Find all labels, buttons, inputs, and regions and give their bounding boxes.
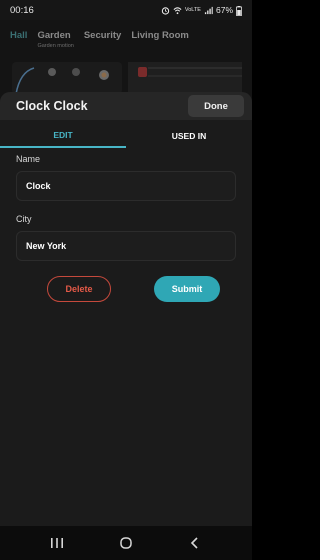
alarm-icon <box>161 6 170 15</box>
wifi-icon <box>173 6 182 15</box>
signal-icon <box>204 6 213 15</box>
name-field[interactable]: Clock <box>16 171 236 201</box>
bg-card-left <box>12 62 122 95</box>
sheet-tabs: EDIT USED IN <box>0 124 252 148</box>
sheet-title: Clock Clock <box>16 99 88 113</box>
delete-button[interactable]: Delete <box>47 276 111 302</box>
back-icon[interactable] <box>182 530 208 556</box>
bg-tab-hall: Hall <box>10 30 28 41</box>
bg-tab-living-room: Living Room <box>131 30 189 41</box>
edit-sheet: Clock Clock Done EDIT USED IN Name Clock… <box>0 92 252 526</box>
sheet-header: Clock Clock Done <box>0 92 252 120</box>
city-label: City <box>16 214 32 224</box>
done-button[interactable]: Done <box>188 95 244 117</box>
edit-form: Name Clock City New York <box>16 154 236 274</box>
screen: 00:16 VoLTE 67% Hall Garden Garden motio… <box>0 0 252 560</box>
background-room-tabs: Hall Garden Garden motion Security Livin… <box>0 26 252 56</box>
submit-button[interactable]: Submit <box>154 276 220 302</box>
bg-dashboard-graphic <box>15 67 109 95</box>
tab-edit[interactable]: EDIT <box>0 124 126 148</box>
status-icons: VoLTE 67% <box>161 5 242 16</box>
battery-percent: 67% <box>215 5 233 15</box>
background-cards <box>0 62 252 95</box>
name-label: Name <box>16 154 41 164</box>
city-group: City New York <box>16 214 236 261</box>
bg-camera-graphic <box>128 62 242 94</box>
nav-bar <box>0 526 252 560</box>
bg-card-right <box>128 62 242 94</box>
recent-apps-icon[interactable] <box>44 530 70 556</box>
battery-icon <box>236 5 242 16</box>
home-icon[interactable] <box>113 530 139 556</box>
status-bar: 00:16 VoLTE 67% <box>0 0 252 20</box>
status-time: 00:16 <box>10 4 34 16</box>
city-field[interactable]: New York <box>16 231 236 261</box>
bg-tab-security: Security <box>83 30 122 41</box>
tab-used-in[interactable]: USED IN <box>126 124 252 148</box>
bg-tab-garden: Garden Garden motion <box>37 30 74 49</box>
network-label: VoLTE <box>184 7 201 13</box>
sheet-actions: Delete Submit <box>0 276 252 302</box>
name-group: Name Clock <box>16 154 236 201</box>
